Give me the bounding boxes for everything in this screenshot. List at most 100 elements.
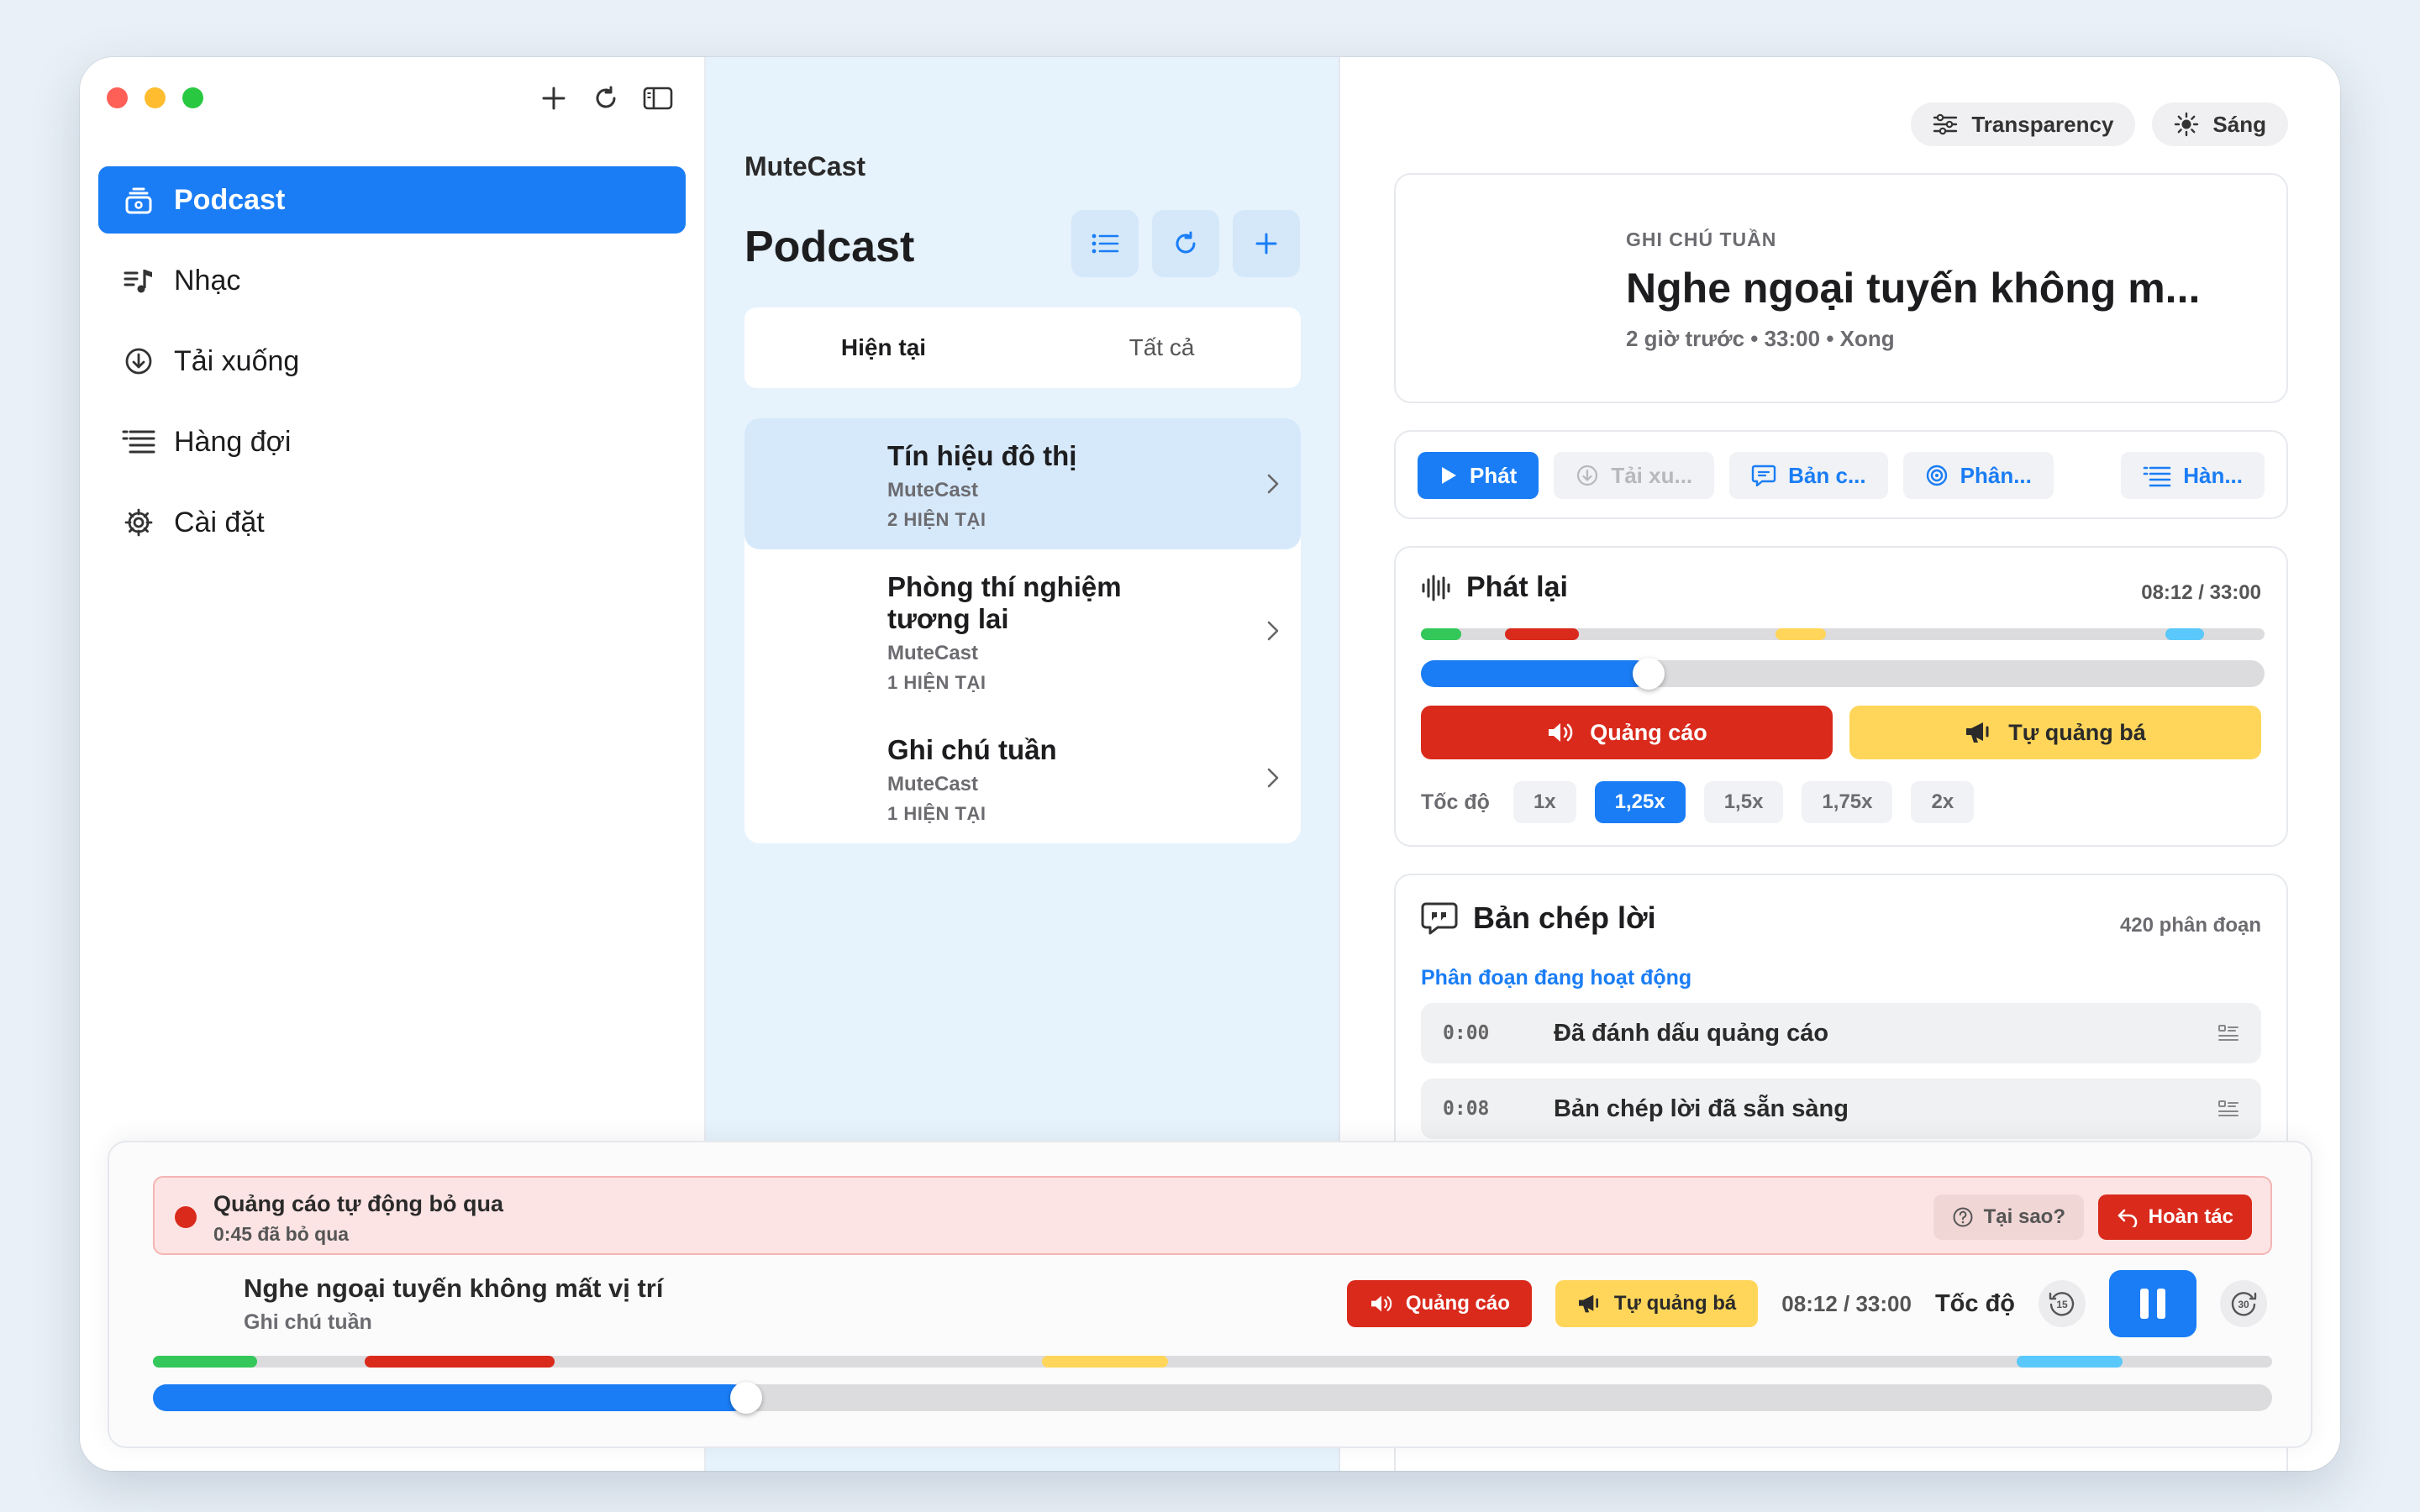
transparency-button[interactable]: Transparency [1911, 102, 2136, 146]
gear-icon [122, 506, 155, 539]
tab-all[interactable]: Tất cả [1023, 307, 1301, 388]
undo-button[interactable]: Hoàn tác [2097, 1194, 2252, 1240]
queue-label: Hàn... [2183, 462, 2243, 488]
sidebar-item-settings[interactable]: Cài đặt [98, 489, 686, 556]
now-playing-title: Nghe ngoại tuyến không mất vị trí [244, 1273, 664, 1303]
list-item[interactable]: Phòng thí nghiệm tương lai MuteCast 1 HI… [744, 549, 1301, 712]
segment-timeline [1421, 628, 2265, 640]
transparency-label: Transparency [1971, 111, 2114, 137]
player-controls: Quảng cáo Tự quảng bá 08:12 / 33:00 Tốc … [1346, 1270, 2267, 1337]
add-icon[interactable] [538, 82, 570, 114]
playback-progress-slider[interactable] [1421, 658, 2265, 690]
skip-promo-label: Tự quảng bá [2008, 719, 2146, 745]
transcript-title: Bản chép lời [1473, 900, 1656, 935]
player-skip-ad-button[interactable]: Quảng cáo [1346, 1280, 1532, 1327]
transcript-text: Bản chép lời đã sẵn sàng [1554, 1095, 1849, 1122]
skip-ad-button[interactable]: Quảng cáo [1421, 706, 1833, 759]
play-label: Phát [1470, 462, 1518, 488]
progress-knob[interactable] [1633, 658, 1665, 690]
player-promo-label: Tự quảng bá [1613, 1292, 1737, 1315]
show-title: Phòng thí nghiệm tương lai [887, 570, 1122, 634]
theme-label: Sáng [2212, 111, 2266, 137]
mini-player: Quảng cáo tự động bỏ qua 0:45 đã bỏ qua … [108, 1141, 2312, 1448]
sidebar-item-podcast[interactable]: Podcast [98, 166, 686, 234]
player-speed-button[interactable]: Tốc độ [1935, 1290, 2015, 1318]
progress-fill [1421, 660, 1649, 687]
zoom-window-button[interactable] [182, 87, 203, 108]
show-title: Tín hiệu đô thị [887, 440, 1077, 471]
refresh-button[interactable] [1152, 210, 1219, 277]
player-segment-timeline [153, 1356, 2272, 1368]
why-label: Tại sao? [1983, 1205, 2065, 1228]
progress-knob[interactable] [730, 1382, 763, 1414]
target-icon [1926, 465, 1947, 486]
banner-subtitle: 0:45 đã bỏ qua [213, 1223, 350, 1245]
speaker-icon [1370, 1295, 1392, 1312]
active-segment-link[interactable]: Phân đoạn đang hoạt động [1421, 966, 1691, 990]
transcript-button[interactable]: Bản c... [1729, 452, 1888, 499]
analyze-button[interactable]: Phân... [1902, 452, 2054, 499]
minimize-window-button[interactable] [145, 87, 166, 108]
sidebar-item-music[interactable]: Nhạc [98, 247, 686, 314]
list-detail-icon[interactable] [2217, 1099, 2239, 1119]
undo-arrow-icon [2118, 1209, 2137, 1227]
skip-forward-30-button[interactable]: 30 [2220, 1280, 2267, 1327]
page-title: Podcast [744, 223, 915, 271]
list-item[interactable]: Ghi chú tuần MuteCast 1 HIỆN TẠI [744, 712, 1301, 843]
list-view-button[interactable] [1071, 210, 1139, 277]
sidebar-toggle-icon[interactable] [642, 82, 674, 114]
sun-icon [2175, 112, 2199, 137]
refresh-icon[interactable] [590, 82, 622, 114]
add-podcast-button[interactable] [1233, 210, 1300, 277]
segment-skip-buttons: Quảng cáo Tự quảng bá [1421, 706, 2261, 759]
speed-label: Tốc độ [1421, 790, 1490, 814]
player-progress-slider[interactable] [153, 1382, 2272, 1414]
player-time: 08:12 / 33:00 [1781, 1290, 1912, 1316]
banner-title: Quảng cáo tự động bỏ qua [213, 1191, 504, 1216]
outro-segment [2165, 628, 2204, 640]
why-button[interactable]: Tại sao? [1933, 1194, 2084, 1240]
promo-segment [1776, 628, 1826, 640]
episode-actions-card: Phát Tải xu... Bản c... Phân... Hàn... [1394, 430, 2288, 519]
episode-header-card: GHI CHÚ TUẦN Nghe ngoại tuyến không m...… [1394, 173, 2288, 403]
transcript-text: Đã đánh dấu quảng cáo [1554, 1019, 1829, 1047]
refresh-icon [1176, 231, 1196, 254]
show-author: MuteCast [887, 478, 979, 501]
chat-bubble-icon [1751, 465, 1776, 487]
download-button[interactable]: Tải xu... [1554, 452, 1715, 499]
sidebar-item-label: Cài đặt [174, 506, 265, 538]
episode-show-name: GHI CHÚ TUẦN [1626, 228, 1777, 250]
speed-option-1x[interactable]: 1x [1512, 781, 1576, 823]
list-detail-icon[interactable] [2217, 1023, 2239, 1043]
progress-fill [153, 1384, 747, 1411]
sliders-icon [1933, 113, 1958, 135]
close-window-button[interactable] [107, 87, 128, 108]
skip-promo-button[interactable]: Tự quảng bá [1849, 706, 2261, 759]
skip-back-value: 15 [2056, 1299, 2068, 1310]
episode-title: Nghe ngoại tuyến không m... [1626, 265, 2201, 312]
transcript-header: Bản chép lời [1421, 900, 1656, 936]
player-skip-promo-button[interactable]: Tự quảng bá [1555, 1280, 1759, 1327]
list-item[interactable]: Tín hiệu đô thị MuteCast 2 HIỆN TẠI [744, 418, 1301, 549]
pause-bar-icon [2157, 1289, 2165, 1319]
speed-option-2x[interactable]: 2x [1911, 781, 1975, 823]
sidebar-item-downloads[interactable]: Tải xuống [98, 328, 686, 395]
waveform-icon [1422, 575, 1450, 601]
transcript-row[interactable]: 0:08 Bản chép lời đã sẵn sàng [1421, 1079, 2261, 1139]
speed-option-1-25x[interactable]: 1,25x [1594, 781, 1686, 823]
skip-back-15-button[interactable]: 15 [2039, 1280, 2086, 1327]
queue-list-icon [122, 425, 155, 459]
speed-option-1-75x[interactable]: 1,75x [1802, 781, 1893, 823]
now-playing-show: Ghi chú tuần [244, 1310, 372, 1334]
show-count: 1 HIỆN TẠI [887, 802, 986, 824]
sidebar-item-queue[interactable]: Hàng đợi [98, 408, 686, 475]
pause-button[interactable] [2109, 1270, 2196, 1337]
theme-button[interactable]: Sáng [2152, 102, 2288, 146]
play-button[interactable]: Phát [1418, 452, 1539, 499]
queue-button[interactable]: Hàn... [2121, 452, 2265, 499]
playback-time: 08:12 / 33:00 [2141, 581, 2261, 604]
transcript-row[interactable]: 0:00 Đã đánh dấu quảng cáo [1421, 1003, 2261, 1063]
segmented-control: Hiện tại Tất cả [744, 307, 1301, 388]
tab-current[interactable]: Hiện tại [744, 307, 1023, 388]
speed-option-1-5x[interactable]: 1,5x [1703, 781, 1784, 823]
